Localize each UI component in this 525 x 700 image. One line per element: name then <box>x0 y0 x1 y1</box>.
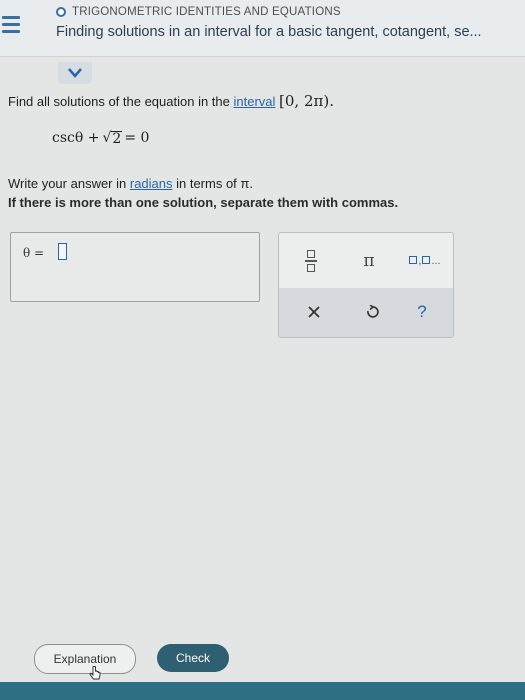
topic-title: TRIGONOMETRIC IDENTITIES AND EQUATIONS <box>72 6 341 18</box>
problem-intro: Find all solutions of the equation in th… <box>8 94 234 109</box>
sqrt-symbol: √ <box>102 130 112 146</box>
instruction-pre: Write your answer in <box>8 176 130 191</box>
undo-button[interactable] <box>359 298 385 326</box>
list-icon: , <box>409 255 431 267</box>
equation: cscθ + √ 2 = 0 <box>52 130 149 146</box>
radians-link[interactable]: radians <box>130 176 173 191</box>
list-button[interactable]: ,... <box>401 247 449 275</box>
menu-icon[interactable] <box>0 10 26 36</box>
lesson-title[interactable]: Finding solutions in an interval for a b… <box>56 24 482 40</box>
fraction-bar <box>305 260 317 262</box>
chevron-down-icon <box>68 68 82 78</box>
answer-input-slot[interactable] <box>58 243 67 260</box>
check-button[interactable]: Check <box>157 644 229 672</box>
undo-icon <box>367 305 379 318</box>
list-suffix: ... <box>431 255 441 267</box>
fraction-denominator <box>307 263 315 272</box>
instruction-line: Write your answer in radians in terms of… <box>8 176 253 191</box>
header-bar: TRIGONOMETRIC IDENTITIES AND EQUATIONS F… <box>0 0 525 57</box>
equation-lhs: cscθ + <box>52 130 100 146</box>
answer-input-area[interactable]: θ = <box>10 232 260 302</box>
instruction-bold: If there is more than one solution, sepa… <box>8 195 399 210</box>
palette-symbols-row: π ,... <box>279 233 453 288</box>
pi-button[interactable]: π <box>357 247 381 275</box>
instruction-post: in terms of π. <box>172 176 253 191</box>
radicand: 2 <box>111 131 123 147</box>
help-icon: ? <box>417 302 427 321</box>
theta-label: θ = <box>23 246 45 260</box>
fraction-button[interactable] <box>299 245 323 277</box>
clear-button[interactable] <box>301 298 327 326</box>
interval-value: [0, 2π). <box>279 92 334 110</box>
equation-rhs: = 0 <box>124 130 150 146</box>
math-palette: π ,... ? <box>278 232 454 338</box>
hand-cursor-icon <box>89 666 101 680</box>
collapse-toggle-button[interactable] <box>58 62 92 84</box>
explanation-button[interactable]: Explanation <box>34 644 136 674</box>
problem-statement: Find all solutions of the equation in th… <box>8 92 334 110</box>
bottom-bar <box>0 682 525 700</box>
close-icon <box>308 306 320 318</box>
palette-actions-row: ? <box>279 288 453 337</box>
help-button[interactable]: ? <box>409 298 435 326</box>
interval-link[interactable]: interval <box>233 94 275 109</box>
pi-icon: π <box>363 251 375 271</box>
fraction-icon <box>307 250 315 259</box>
topic-status-icon <box>56 7 66 17</box>
